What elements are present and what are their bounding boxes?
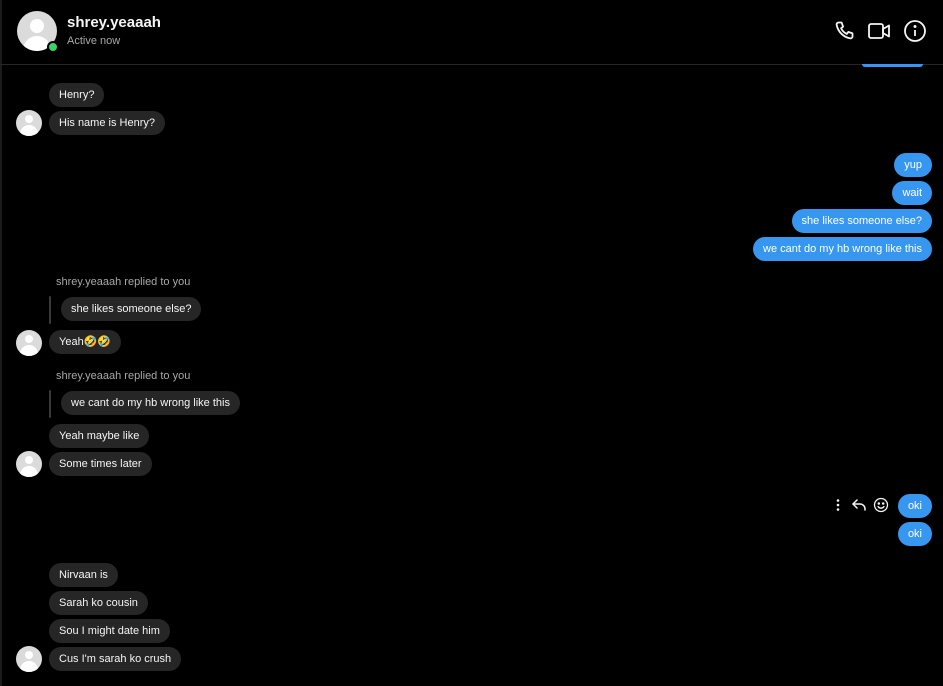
online-status-dot bbox=[47, 41, 59, 53]
incoming-message[interactable]: Sarah ko cousin bbox=[49, 591, 148, 615]
previous-message-bubble-edge bbox=[862, 64, 923, 67]
sender-avatar[interactable] bbox=[16, 646, 42, 672]
outgoing-message[interactable]: oki bbox=[897, 494, 932, 518]
incoming-message[interactable]: Cus I'm sarah ko crush bbox=[49, 647, 182, 671]
phone-icon[interactable] bbox=[832, 19, 856, 43]
sender-avatar[interactable] bbox=[16, 330, 42, 356]
reply-indicator: shrey.yeaaah replied to you bbox=[56, 370, 191, 382]
incoming-message[interactable]: Yeah🤣🤣 bbox=[49, 330, 122, 354]
sender-avatar[interactable] bbox=[16, 110, 42, 136]
more-options-icon[interactable] bbox=[832, 497, 844, 513]
quoted-message[interactable]: we cant do my hb wrong like this bbox=[61, 391, 240, 415]
window-edge bbox=[0, 0, 2, 686]
reply-indicator: shrey.yeaaah replied to you bbox=[56, 276, 191, 288]
incoming-message[interactable]: His name is Henry? bbox=[49, 111, 165, 135]
contact-name[interactable]: shrey.yeaaah bbox=[67, 14, 161, 31]
outgoing-message[interactable]: wait bbox=[892, 181, 932, 205]
sender-avatar[interactable] bbox=[16, 451, 42, 477]
quoted-message[interactable]: she likes someone else? bbox=[61, 297, 202, 321]
outgoing-message[interactable]: yup bbox=[894, 153, 932, 177]
incoming-message[interactable]: Nirvaan is bbox=[49, 563, 118, 587]
incoming-message[interactable]: Yeah maybe like bbox=[49, 424, 150, 448]
reply-quote-bar bbox=[49, 390, 51, 418]
reply-quote-bar bbox=[49, 296, 51, 324]
incoming-message[interactable]: Henry? bbox=[49, 83, 105, 107]
incoming-message[interactable]: Some times later bbox=[49, 452, 152, 476]
outgoing-message[interactable]: oki bbox=[897, 522, 932, 546]
incoming-message[interactable]: Sou I might date him bbox=[49, 619, 170, 643]
outgoing-message[interactable]: she likes someone else? bbox=[791, 209, 932, 233]
active-status: Active now bbox=[67, 35, 121, 47]
info-icon[interactable] bbox=[903, 19, 927, 43]
outgoing-message[interactable]: we cant do my hb wrong like this bbox=[753, 237, 932, 261]
react-emoji-icon[interactable] bbox=[873, 497, 889, 513]
reply-icon[interactable] bbox=[851, 497, 867, 513]
video-camera-icon[interactable] bbox=[867, 19, 891, 43]
conversation-header: shrey.yeaaah Active now bbox=[0, 0, 943, 65]
